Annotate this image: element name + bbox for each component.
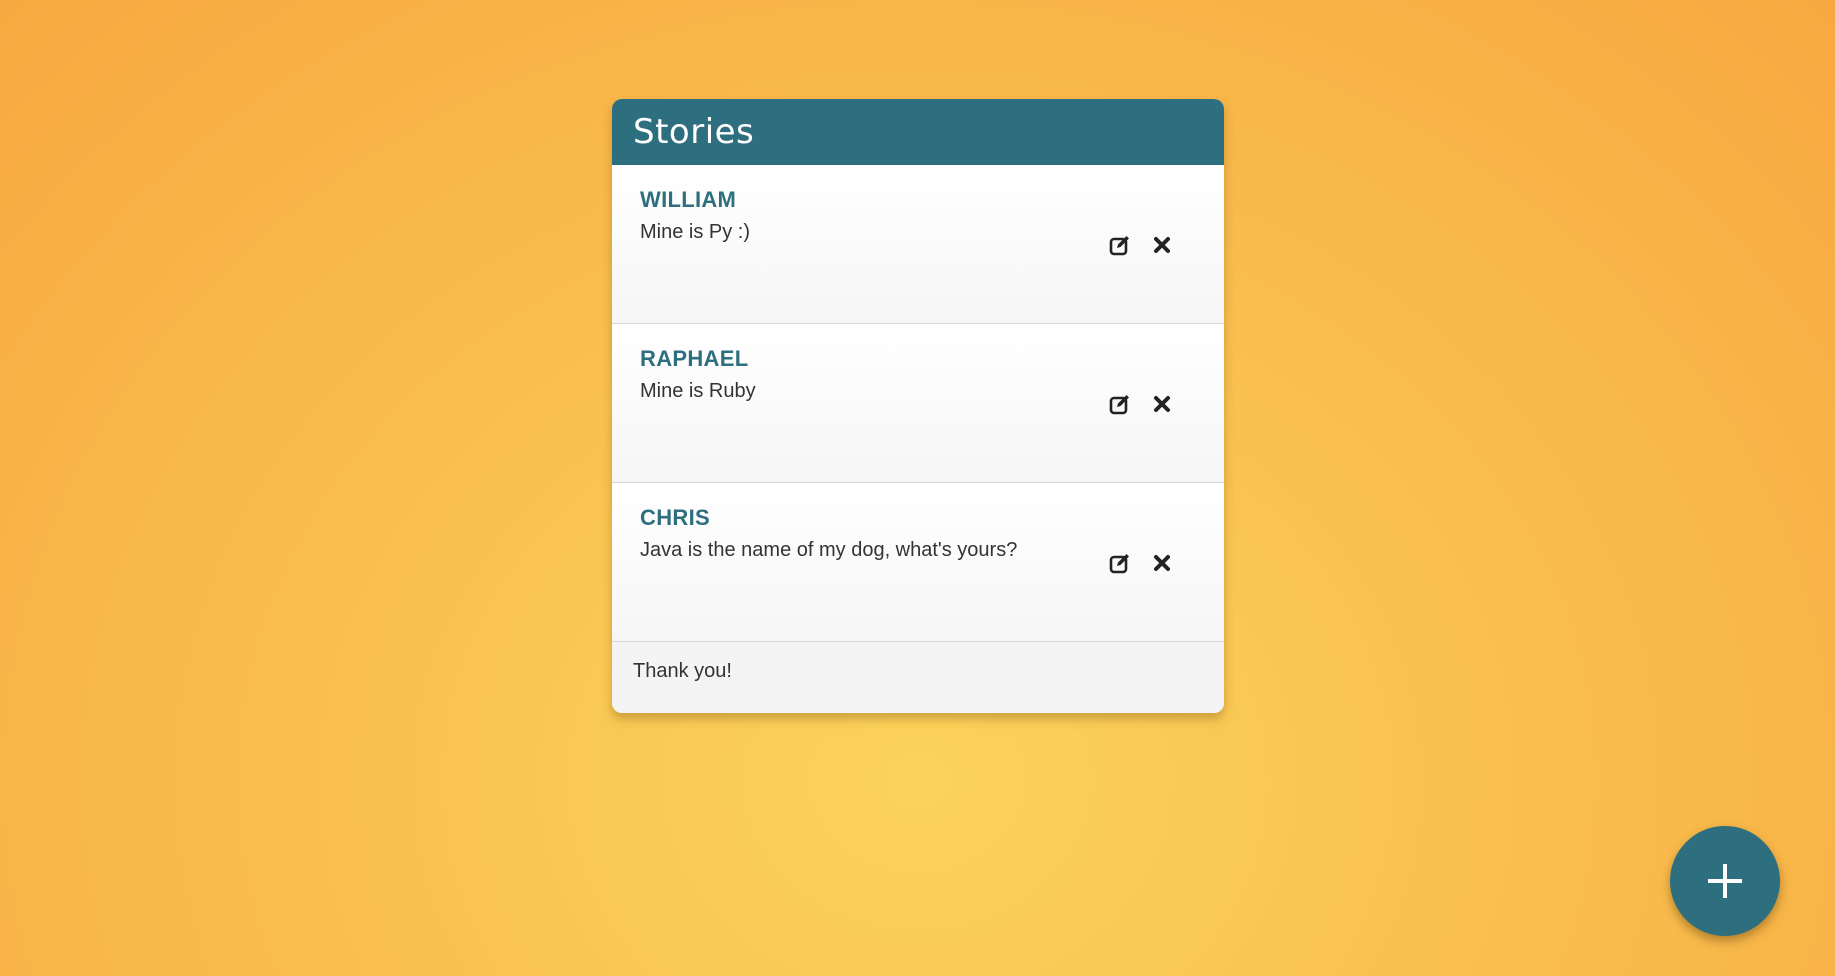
card-header: Stories xyxy=(612,99,1224,165)
delete-button[interactable] xyxy=(1150,233,1174,257)
edit-button[interactable] xyxy=(1108,551,1132,575)
story-actions xyxy=(1108,392,1174,416)
edit-button[interactable] xyxy=(1108,233,1132,257)
edit-icon xyxy=(1109,236,1129,256)
list-item: WILLIAM Mine is Py :) xyxy=(612,165,1224,324)
plus-icon xyxy=(1708,864,1742,898)
list-item: RAPHAEL Mine is Ruby xyxy=(612,324,1224,483)
card-footer: Thank you! xyxy=(612,642,1224,713)
delete-button[interactable] xyxy=(1150,551,1174,575)
add-story-button[interactable] xyxy=(1670,826,1780,936)
close-icon xyxy=(1154,396,1170,412)
edit-icon xyxy=(1109,395,1129,415)
list-item: CHRIS Java is the name of my dog, what's… xyxy=(612,483,1224,642)
edit-icon xyxy=(1109,554,1129,574)
delete-button[interactable] xyxy=(1150,392,1174,416)
stories-card: Stories WILLIAM Mine is Py :) RAPHAEL Mi… xyxy=(612,99,1224,713)
story-author: WILLIAM xyxy=(640,187,737,212)
close-icon xyxy=(1154,555,1170,571)
edit-button[interactable] xyxy=(1108,392,1132,416)
story-author: CHRIS xyxy=(640,505,710,530)
story-actions xyxy=(1108,551,1174,575)
story-author: RAPHAEL xyxy=(640,346,749,371)
page-title: Stories xyxy=(633,112,755,152)
close-icon xyxy=(1154,237,1170,253)
story-actions xyxy=(1108,233,1174,257)
